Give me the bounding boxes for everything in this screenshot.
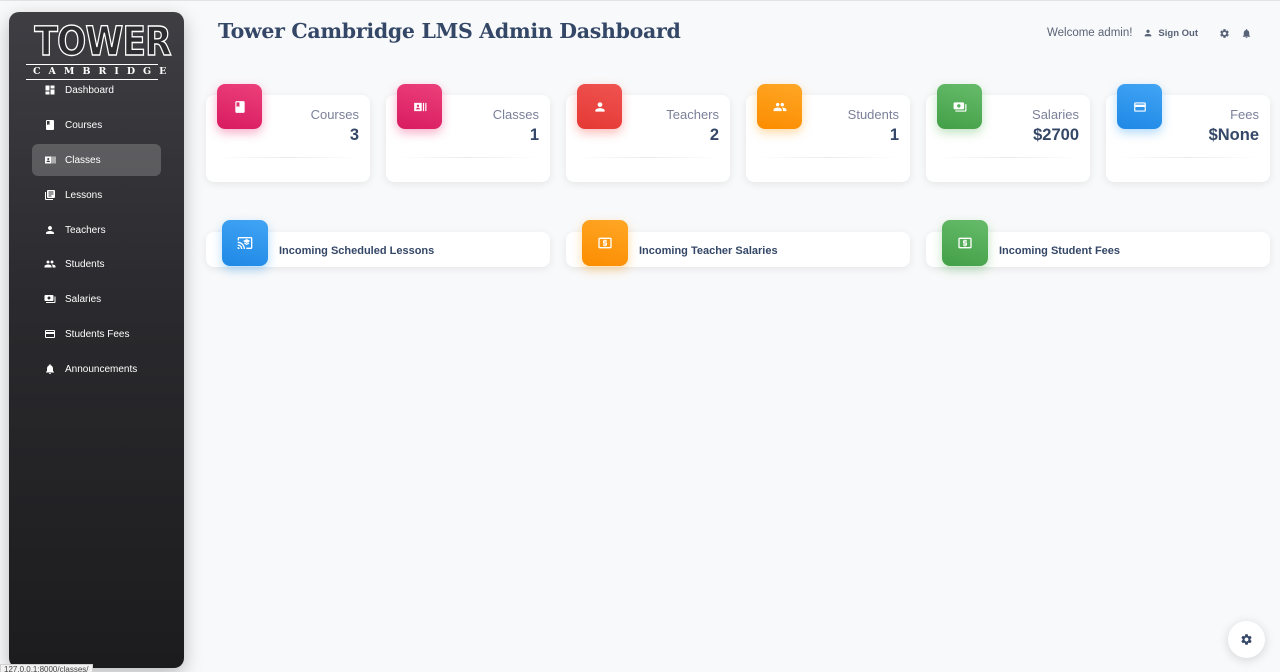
- sidebar-item-label: Courses: [65, 119, 103, 131]
- sidebar-item-label: Classes: [65, 154, 101, 166]
- cast-for-education-icon: [237, 237, 253, 249]
- sidebar-item-courses[interactable]: Courses: [32, 109, 161, 141]
- sidebar: TOWER CAMBRIDGE Dashboard Courses Classe…: [9, 12, 184, 668]
- sidebar-item-lessons[interactable]: Lessons: [32, 179, 161, 211]
- sidebar-item-label: Students: [65, 258, 105, 270]
- stat-badge: [757, 84, 802, 129]
- person-icon: [43, 223, 57, 237]
- stat-value: 2: [709, 126, 719, 144]
- stat-badge: [397, 84, 442, 129]
- sidebar-item-label: Students Fees: [65, 328, 130, 340]
- status-bar-url: 127.0.0.1:8000/classes/: [0, 664, 93, 672]
- top-navbar: Welcome admin! Sign Out: [1047, 25, 1252, 41]
- stat-card-fees[interactable]: Fees $None: [1106, 84, 1270, 182]
- stat-card-classes[interactable]: Classes 1: [386, 84, 550, 182]
- logo-rule-top: [26, 64, 158, 65]
- settings-icon: [1241, 634, 1252, 645]
- stat-value: 1: [889, 126, 899, 144]
- sidebar-item-students-fees[interactable]: Students Fees: [32, 318, 161, 350]
- class-icon: [413, 102, 426, 111]
- stat-label: Salaries: [1032, 107, 1079, 122]
- money-icon: [43, 292, 57, 306]
- stat-card-courses[interactable]: Courses 3: [206, 84, 370, 182]
- sidebar-item-label: Teachers: [65, 224, 106, 236]
- stat-badge: [937, 84, 982, 129]
- sign-out-label: Sign Out: [1158, 27, 1198, 39]
- stat-value: 3: [349, 126, 359, 144]
- user-icon: [1145, 29, 1152, 37]
- stat-divider: [937, 157, 1079, 158]
- sidebar-item-classes[interactable]: Classes: [32, 144, 161, 176]
- stat-divider: [577, 157, 719, 158]
- sidebar-item-label: Announcements: [65, 363, 138, 375]
- stat-divider: [397, 157, 539, 158]
- stat-label: Fees: [1230, 107, 1259, 122]
- stat-divider: [217, 157, 359, 158]
- money-icon: [953, 101, 966, 112]
- incoming-teacher-salaries-panel[interactable]: Incoming Teacher Salaries: [566, 220, 910, 267]
- panel-badge: [582, 220, 628, 266]
- sidebar-item-students[interactable]: Students: [32, 248, 161, 280]
- panel-title: Incoming Student Fees: [999, 245, 1121, 257]
- stat-label: Courses: [310, 107, 359, 122]
- welcome-text: Welcome admin!: [1046, 27, 1133, 39]
- sign-out-button[interactable]: Sign Out: [1143, 28, 1198, 39]
- local-atm-icon: [598, 237, 612, 249]
- tower-cambridge-logo[interactable]: TOWER CAMBRIDGE: [25, 19, 172, 80]
- panel-badge: [942, 220, 988, 266]
- sidebar-item-dashboard[interactable]: Dashboard: [32, 74, 161, 106]
- page-title: Tower Cambridge LMS Admin Dashboard: [218, 19, 681, 43]
- stat-divider: [757, 157, 899, 158]
- local-atm-icon: [958, 237, 972, 249]
- sidebar-item-salaries[interactable]: Salaries: [32, 283, 161, 315]
- stat-divider: [1117, 157, 1259, 158]
- panel-title: Incoming Teacher Salaries: [639, 245, 778, 257]
- sidebar-item-teachers[interactable]: Teachers: [32, 214, 161, 246]
- sidebar-item-label: Lessons: [65, 189, 103, 201]
- stat-badge: [1117, 84, 1162, 129]
- sidebar-item-label: Dashboard: [65, 84, 114, 96]
- library-icon: [43, 188, 57, 202]
- stat-value: 1: [529, 126, 539, 144]
- sidebar-item-label: Salaries: [65, 293, 102, 305]
- stat-card-teachers[interactable]: Teachers 2: [566, 84, 730, 182]
- group-icon: [773, 102, 786, 111]
- stat-card-students[interactable]: Students 1: [746, 84, 910, 182]
- stat-card-salaries[interactable]: Salaries $2700: [926, 84, 1090, 182]
- settings-gear-icon[interactable]: [1218, 27, 1230, 39]
- credit-card-icon: [1133, 101, 1146, 112]
- stat-badge: [217, 84, 262, 129]
- book-icon: [234, 100, 245, 113]
- sidebar-item-announcements[interactable]: Announcements: [32, 353, 161, 385]
- stat-badge: [577, 84, 622, 129]
- stat-label: Teachers: [666, 107, 719, 122]
- group-icon: [43, 257, 57, 271]
- panel-badge: [222, 220, 268, 266]
- book-icon: [43, 118, 57, 132]
- panel-title: Incoming Scheduled Lessons: [279, 245, 435, 257]
- credit-card-icon: [43, 327, 57, 341]
- stat-label: Students: [847, 107, 899, 122]
- stat-label: Classes: [492, 107, 539, 122]
- incoming-student-fees-panel[interactable]: Incoming Student Fees: [926, 220, 1270, 267]
- configurator-button[interactable]: [1228, 621, 1265, 658]
- incoming-scheduled-lessons-panel[interactable]: Incoming Scheduled Lessons: [206, 220, 550, 267]
- dashboard-icon: [43, 83, 57, 97]
- logo-wordmark: TOWER: [34, 19, 172, 65]
- notifications-bell-icon[interactable]: [1240, 27, 1252, 39]
- class-icon: [43, 153, 57, 167]
- stat-value: $2700: [1033, 126, 1079, 144]
- stat-value: $None: [1208, 126, 1259, 144]
- person-icon: [594, 101, 605, 112]
- bell-icon: [43, 362, 57, 376]
